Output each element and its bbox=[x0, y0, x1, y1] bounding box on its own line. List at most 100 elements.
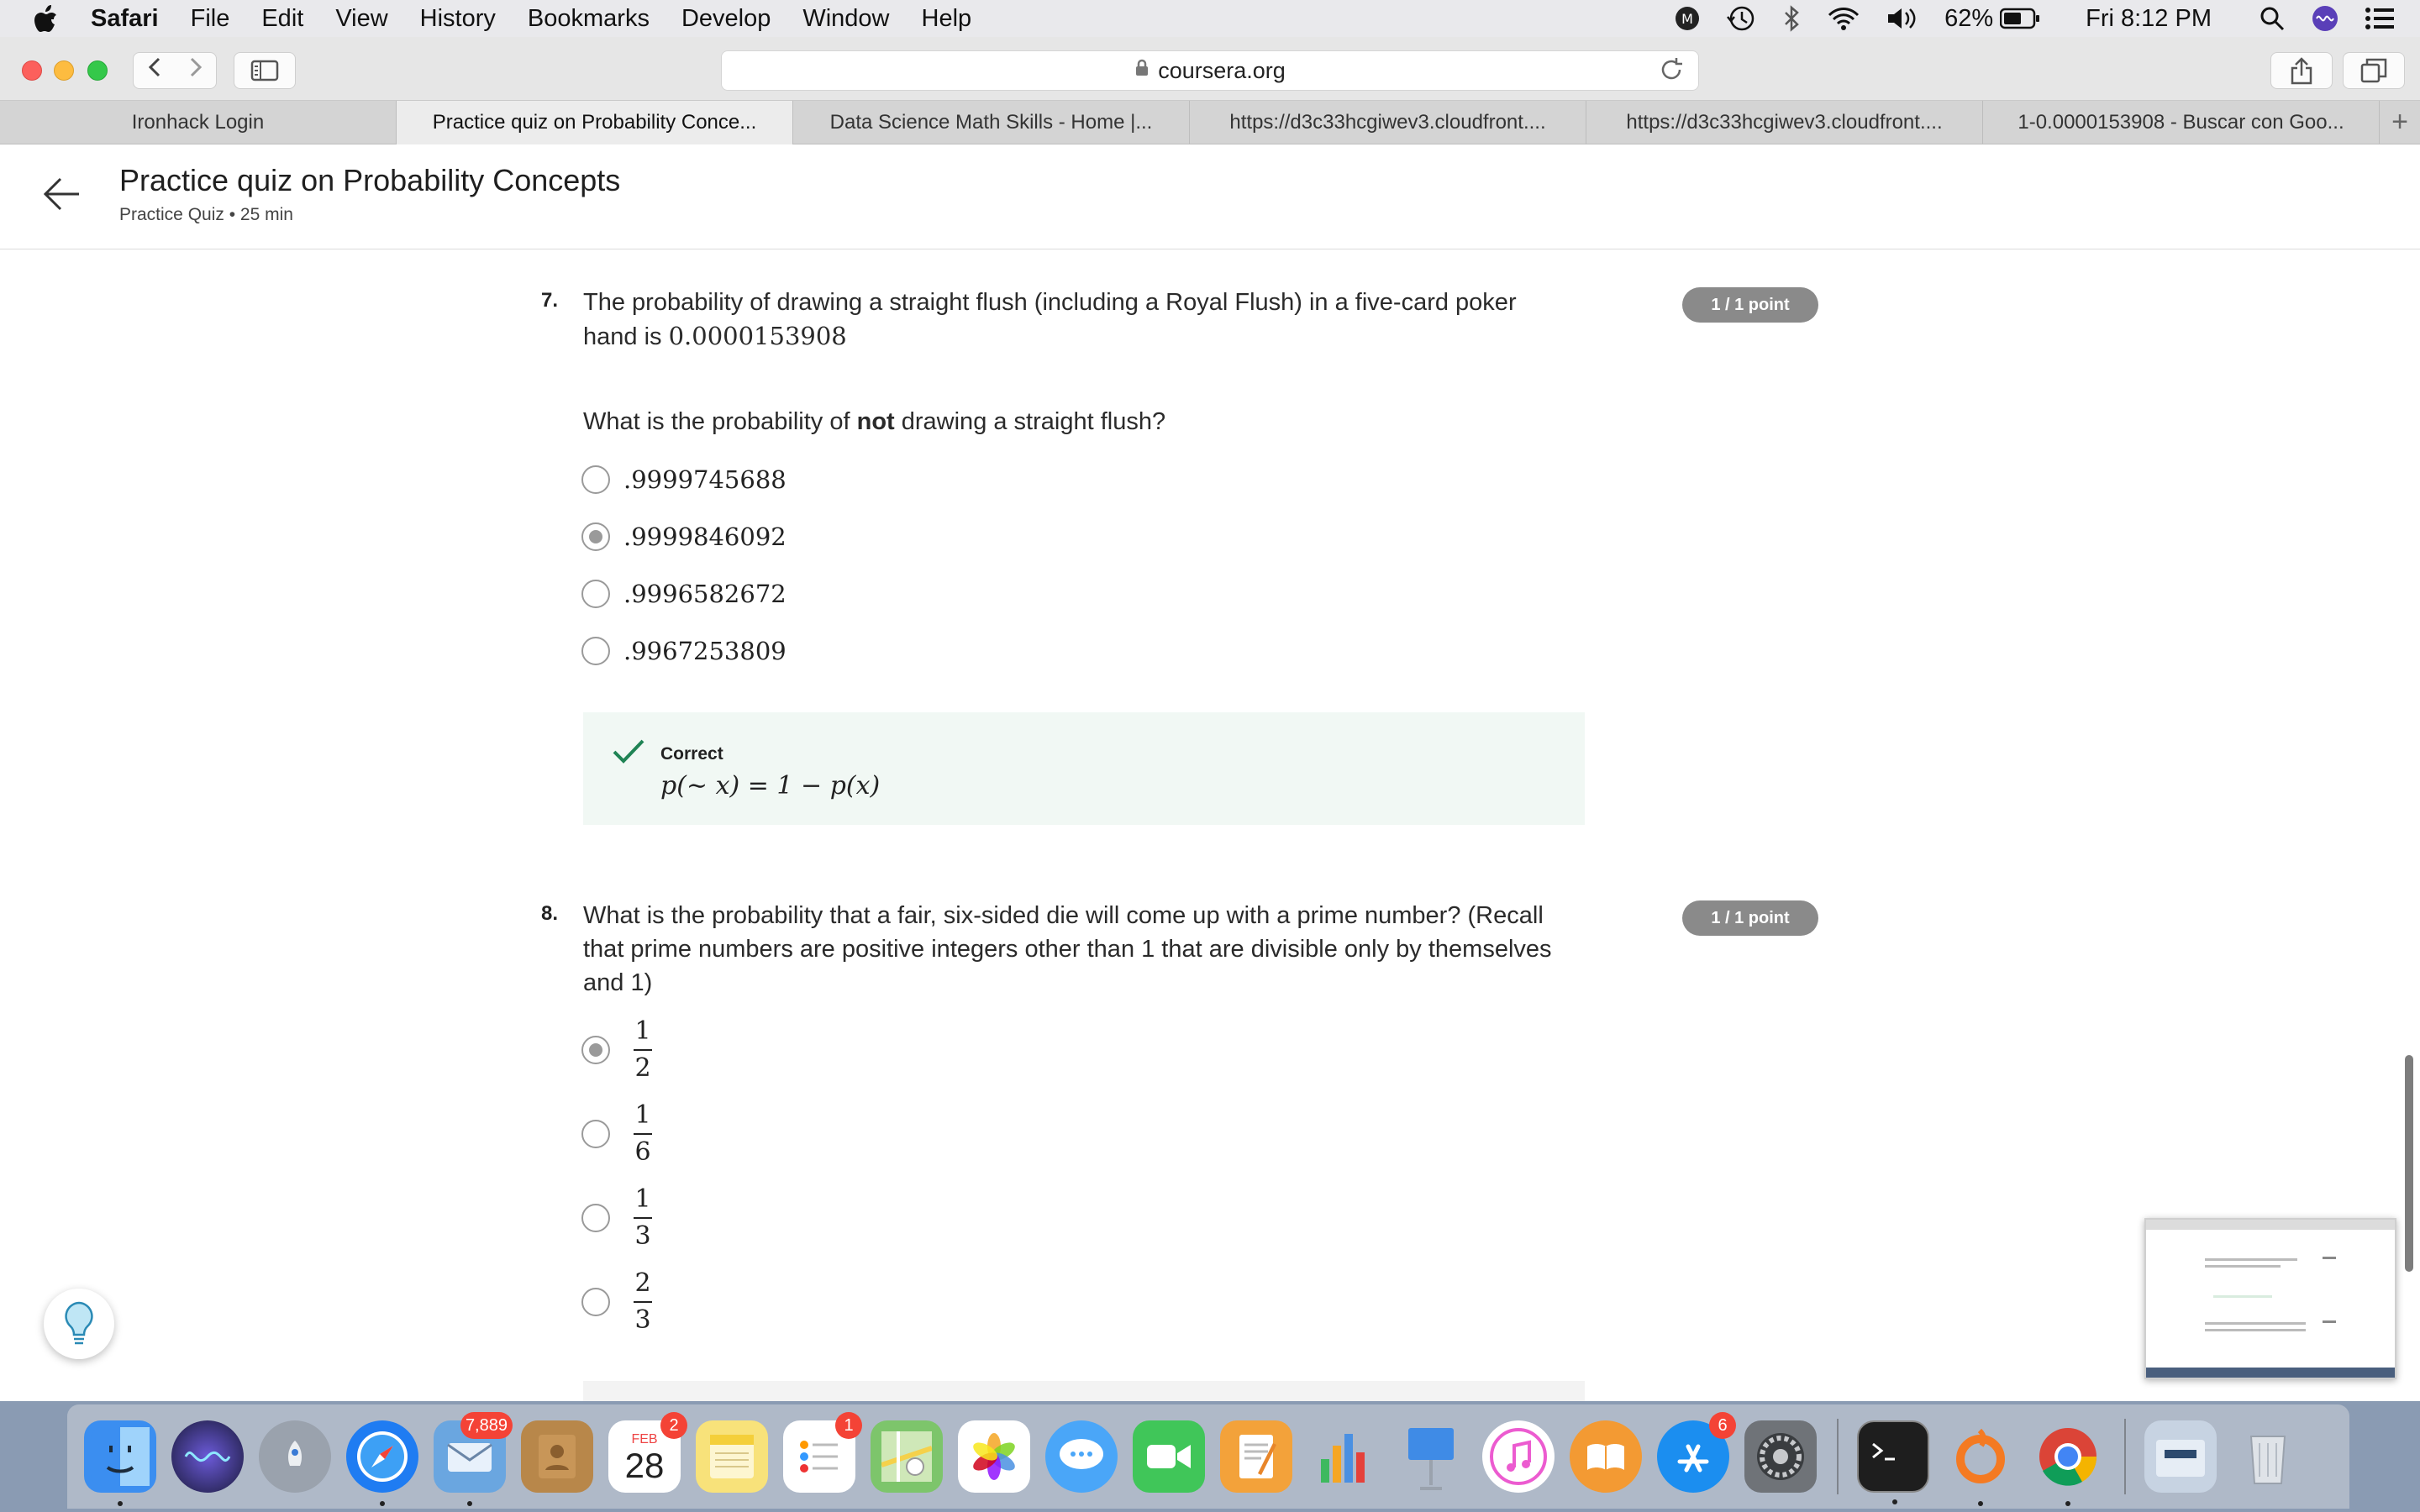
menu-app-name[interactable]: Safari bbox=[91, 5, 159, 33]
prompt-text-after: drawing a straight flush? bbox=[894, 408, 1166, 435]
help-lightbulb-button[interactable] bbox=[44, 1289, 114, 1359]
spotlight-search-icon[interactable] bbox=[2259, 5, 2286, 32]
radio-button-selected[interactable] bbox=[581, 1036, 610, 1064]
fraction-label: 23 bbox=[634, 1268, 652, 1336]
radio-button[interactable] bbox=[581, 1120, 610, 1148]
menu-file[interactable]: File bbox=[191, 5, 230, 33]
tab-google-search[interactable]: 1-0.0000153908 - Buscar con Goo... bbox=[1983, 101, 2380, 144]
clock[interactable]: Fri 8:12 PM bbox=[2086, 5, 2212, 33]
appstore-badge: 6 bbox=[1709, 1412, 1736, 1439]
keynote-icon[interactable] bbox=[1395, 1420, 1467, 1493]
messages-icon[interactable] bbox=[1045, 1420, 1118, 1493]
back-arrow-icon[interactable] bbox=[42, 175, 81, 213]
facetime-icon[interactable] bbox=[1133, 1420, 1205, 1493]
tab-cloudfront-1[interactable]: https://d3c33hcgiwev3.cloudfront.... bbox=[1190, 101, 1586, 144]
question-8-option[interactable]: 13 bbox=[581, 1184, 652, 1252]
dock-separator bbox=[1837, 1419, 1839, 1494]
books-icon[interactable] bbox=[1570, 1420, 1642, 1493]
question-7-feedback: Correct p(∼ x) = 1 − p(x) bbox=[583, 712, 1585, 825]
launchpad-icon[interactable] bbox=[259, 1420, 331, 1493]
calendar-icon[interactable]: FEB 28 2 bbox=[608, 1412, 687, 1493]
radio-button[interactable] bbox=[581, 580, 610, 608]
tab-ironhack-login[interactable]: Ironhack Login bbox=[0, 101, 397, 144]
menu-history[interactable]: History bbox=[420, 5, 496, 33]
question-7-option[interactable]: .9996582672 bbox=[581, 580, 786, 608]
menu-window[interactable]: Window bbox=[802, 5, 889, 33]
radio-button[interactable] bbox=[581, 1204, 610, 1232]
feedback-formula: p(∼ x) = 1 − p(x) bbox=[660, 771, 881, 801]
notes-icon[interactable] bbox=[696, 1420, 768, 1493]
radio-button[interactable] bbox=[581, 637, 610, 665]
option-label: .9999745688 bbox=[623, 465, 786, 494]
browser-back-icon[interactable] bbox=[134, 56, 175, 85]
question-7-prompt: What is the probability of not drawing a… bbox=[583, 405, 1583, 438]
battery-percent[interactable]: 62% bbox=[1944, 5, 1993, 33]
itunes-icon[interactable] bbox=[1482, 1420, 1555, 1493]
siri-icon[interactable] bbox=[171, 1420, 244, 1493]
tab-data-science-math[interactable]: Data Science Math Skills - Home |... bbox=[793, 101, 1190, 144]
radio-button[interactable] bbox=[581, 465, 610, 494]
question-7-option[interactable]: .9999745688 bbox=[581, 465, 786, 494]
menu-help[interactable]: Help bbox=[922, 5, 972, 33]
radio-button-selected[interactable] bbox=[581, 522, 610, 551]
notification-center-icon[interactable] bbox=[2365, 6, 2395, 31]
close-window-button[interactable] bbox=[22, 60, 42, 81]
quiz-content: 7. The probability of drawing a straight… bbox=[0, 250, 2420, 1401]
wifi-icon[interactable] bbox=[1827, 5, 1860, 32]
dock-separator bbox=[2124, 1419, 2126, 1494]
reminders-icon[interactable]: 1 bbox=[783, 1412, 862, 1493]
mail-icon[interactable]: 7,889 bbox=[434, 1412, 513, 1506]
volume-icon[interactable] bbox=[1886, 5, 1919, 32]
option-label: .9999846092 bbox=[623, 522, 786, 551]
show-all-tabs-button[interactable] bbox=[2343, 52, 2405, 89]
radio-button[interactable] bbox=[581, 1288, 610, 1316]
prompt-emphasis: not bbox=[856, 408, 895, 435]
question-8-option[interactable]: 12 bbox=[581, 1016, 652, 1084]
malwarebytes-status-icon[interactable]: M bbox=[1674, 5, 1701, 32]
numbers-icon[interactable] bbox=[1307, 1420, 1380, 1493]
bluetooth-icon[interactable] bbox=[1781, 4, 1802, 33]
page-scrollbar[interactable] bbox=[2405, 1055, 2413, 1272]
screenshot-preview-thumbnail[interactable] bbox=[2144, 1218, 2396, 1379]
zoom-window-button[interactable] bbox=[87, 60, 108, 81]
terminal-icon[interactable] bbox=[1857, 1420, 1929, 1504]
photos-icon[interactable] bbox=[958, 1420, 1030, 1493]
menu-view[interactable]: View bbox=[335, 5, 387, 33]
dock: 7,889 FEB 28 2 1 6 bbox=[67, 1404, 2349, 1509]
question-7-option[interactable]: .9999846092 bbox=[581, 522, 786, 551]
sidebar-toggle-button[interactable] bbox=[234, 52, 296, 89]
downloads-folder-icon[interactable] bbox=[2144, 1420, 2217, 1493]
new-tab-icon[interactable]: + bbox=[2380, 101, 2420, 144]
apple-menu-icon[interactable] bbox=[34, 3, 64, 34]
question-7-line2: hand is 0.0000153908 bbox=[583, 319, 1583, 354]
siri-menu-icon[interactable] bbox=[2311, 4, 2339, 33]
question-8-option[interactable]: 23 bbox=[581, 1268, 652, 1336]
menu-bookmarks[interactable]: Bookmarks bbox=[528, 5, 650, 33]
tab-cloudfront-2[interactable]: https://d3c33hcgiwev3.cloudfront.... bbox=[1586, 101, 1983, 144]
menu-edit[interactable]: Edit bbox=[261, 5, 303, 33]
address-bar[interactable]: coursera.org bbox=[721, 50, 1699, 91]
menu-develop[interactable]: Develop bbox=[681, 5, 771, 33]
appstore-icon[interactable]: 6 bbox=[1657, 1412, 1736, 1493]
safari-icon[interactable] bbox=[346, 1420, 418, 1506]
tab-practice-quiz[interactable]: Practice quiz on Probability Conce... bbox=[397, 101, 793, 144]
trash-icon[interactable] bbox=[2232, 1420, 2304, 1493]
maps-icon[interactable] bbox=[871, 1420, 943, 1493]
numerator: 1 bbox=[634, 1100, 651, 1130]
origin-icon[interactable] bbox=[1944, 1420, 2017, 1506]
question-7-option[interactable]: .9967253809 bbox=[581, 637, 786, 665]
question-8-option[interactable]: 16 bbox=[581, 1100, 652, 1168]
pages-icon[interactable] bbox=[1220, 1420, 1292, 1493]
time-machine-icon[interactable] bbox=[1726, 4, 1756, 33]
finder-icon[interactable] bbox=[84, 1420, 156, 1506]
reminders-badge: 1 bbox=[835, 1412, 862, 1439]
battery-icon[interactable] bbox=[2000, 8, 2040, 29]
reload-icon[interactable] bbox=[1658, 55, 1685, 92]
numerator: 2 bbox=[634, 1268, 651, 1298]
share-button[interactable] bbox=[2270, 52, 2333, 89]
chrome-icon[interactable] bbox=[2032, 1420, 2104, 1506]
system-preferences-icon[interactable] bbox=[1744, 1420, 1817, 1493]
contacts-icon[interactable] bbox=[521, 1420, 593, 1493]
minimize-window-button[interactable] bbox=[54, 60, 74, 81]
browser-forward-icon[interactable] bbox=[175, 56, 216, 85]
